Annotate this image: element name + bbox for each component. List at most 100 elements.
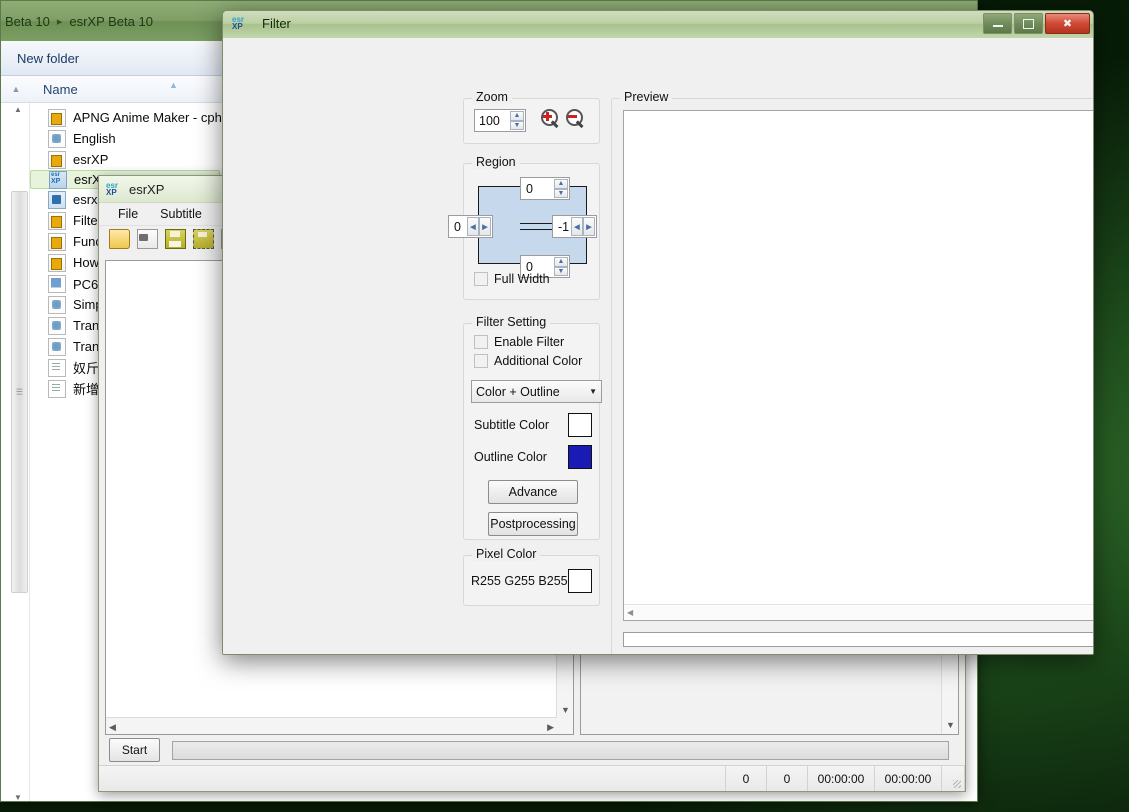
esrxp-status-bar: 0 0 00:00:00 00:00:00 [99,765,965,791]
breadcrumb-current[interactable]: esrXP Beta 10 [65,14,157,29]
esrxp-logo-icon: esr XP [232,15,245,31]
region-rectangle: 0 ▲ ▼ 0 ◀ ▶ -1 ◀ ▶ 0 ▲ ▼ [448,177,597,278]
region-group: Region 0 ▲ ▼ 0 ◀ ▶ -1 ◀ ▶ 0 ▲ ▼ Full Wid… [448,155,600,300]
shortcut-icon [48,274,66,293]
new-folder-button[interactable]: New folder [1,51,89,66]
region-right-value: -1 [558,219,570,234]
sort-ascending-icon: ▲ [169,80,178,90]
scroll-right-icon[interactable]: ▶ [547,722,554,733]
filter-dialog-titlebar[interactable]: esr XP Filter ✖ [223,11,1093,39]
region-right-dec[interactable]: ◀ [571,217,583,236]
pixel-color-group: Pixel Color R255 G255 B255 [463,547,600,606]
additional-color-checkbox[interactable] [474,354,488,368]
full-width-label: Full Width [494,272,550,286]
link-file-icon [48,190,66,209]
save-icon[interactable] [165,229,186,249]
start-button[interactable]: Start [109,738,160,762]
enable-filter-checkbox[interactable] [474,335,488,349]
scroll-up-icon[interactable]: ▲ [14,105,22,114]
region-connector [520,223,554,230]
filter-mode-value: Color + Outline [476,384,560,399]
list-item-label: 新增 [73,382,100,397]
enable-filter-row[interactable]: Enable Filter [474,335,564,349]
esrxp-app-icon [49,170,67,189]
zoom-in-icon[interactable] [540,108,561,129]
pixel-color-row: R255 G255 B255 [471,569,592,593]
config-file-icon [48,316,66,335]
filter-mode-dropdown[interactable]: Color + Outline ▼ [471,380,602,403]
region-top-stepper[interactable]: ▲ ▼ [554,179,568,198]
scroll-down-icon[interactable]: ▼ [561,705,570,715]
chm-file-icon [48,232,66,251]
navpane-scrollbar[interactable]: ▲ ☰ ▼ [6,103,28,801]
region-left-stepper[interactable]: ◀ ▶ [467,217,491,236]
region-left-dec[interactable]: ◀ [467,217,479,236]
open-folder-icon[interactable] [109,229,130,249]
save-as-icon[interactable] [193,229,214,249]
scroll-left-icon[interactable]: ◀ [627,608,633,617]
preview-canvas[interactable]: ▲ ▼ ◀ ▶ [623,110,1093,621]
region-right-stepper[interactable]: ◀ ▶ [571,217,595,236]
region-top-down[interactable]: ▼ [554,188,568,198]
breadcrumb-parent[interactable]: Beta 10 [1,14,54,29]
column-header-name[interactable]: Name [31,82,78,97]
zoom-stepper-down[interactable]: ▼ [510,120,524,130]
outline-color-swatch[interactable] [568,445,592,469]
pixel-color-group-label: Pixel Color [472,547,541,561]
scroll-down-icon[interactable]: ▼ [14,793,22,801]
config-file-icon [48,337,66,356]
preview-hscrollbar[interactable]: ◀ ▶ [624,604,1093,620]
scrollbar-thumb[interactable]: ☰ [11,191,28,593]
progress-bar [172,740,949,760]
postprocessing-button[interactable]: Postprocessing [488,512,578,536]
region-right-inc[interactable]: ▶ [583,217,595,236]
advance-button[interactable]: Advance [488,480,578,504]
filter-setting-group: Filter Setting Enable Filter Additional … [463,315,602,540]
maximize-button[interactable] [1014,13,1043,34]
navpane-collapse-icon[interactable]: ▲ [1,84,31,94]
zoom-group-label: Zoom [472,90,512,104]
list-item-label: APNG Anime Maker - cphktoo [73,110,247,125]
config-file-icon [48,129,66,148]
region-top-up[interactable]: ▲ [554,179,568,189]
zoom-input[interactable]: 100 ▲ ▼ [474,109,526,132]
status-message-cell [99,766,726,791]
menu-subtitle[interactable]: Subtitle [149,207,213,221]
region-bottom-down[interactable]: ▼ [554,266,568,276]
filter-dialog: esr XP Filter ✖ Zoom 100 ▲ ▼ Region 0 ▲ … [222,10,1094,655]
menu-file[interactable]: File [107,207,149,221]
preview-group-label: Preview [620,90,673,104]
scroll-left-icon[interactable]: ◀ [109,722,116,733]
full-width-checkbox[interactable] [474,272,488,286]
scroll-down-icon[interactable]: ▼ [946,720,955,730]
preview-position-slider[interactable] [623,632,1093,647]
filter-dialog-body: Zoom 100 ▲ ▼ Region 0 ▲ ▼ 0 ◀ ▶ -1 ◀ ▶ 0… [223,38,1093,654]
additional-color-row[interactable]: Additional Color [474,354,582,368]
region-bottom-stepper[interactable]: ▲ ▼ [554,257,568,276]
region-left-inc[interactable]: ▶ [479,217,491,236]
region-bottom-up[interactable]: ▲ [554,257,568,267]
region-top-value: 0 [526,181,533,196]
additional-color-label: Additional Color [494,354,583,368]
zoom-value: 100 [479,113,500,128]
open-video-icon[interactable] [137,229,158,249]
zoom-out-icon[interactable] [565,108,586,129]
region-right-input[interactable]: -1 ◀ ▶ [552,215,597,238]
filter-dialog-title: Filter [262,16,291,31]
minimize-button[interactable] [983,13,1012,34]
status-count2: 0 [767,766,808,791]
subtitle-color-swatch[interactable] [568,413,592,437]
resize-grip-icon[interactable] [942,766,965,791]
zoom-stepper-up[interactable]: ▲ [510,111,524,121]
full-width-checkbox-row[interactable]: Full Width [474,272,550,286]
zoom-stepper[interactable]: ▲ ▼ [510,111,524,130]
list-item-label: English [73,131,116,146]
status-time2: 00:00:00 [875,766,942,791]
list-item-label: 奴斤 [73,361,100,376]
close-button[interactable]: ✖ [1045,13,1090,34]
region-left-input[interactable]: 0 ◀ ▶ [448,215,493,238]
chm-file-icon [48,108,66,127]
chevron-down-icon: ▼ [589,387,597,396]
region-top-input[interactable]: 0 ▲ ▼ [520,177,570,200]
subtitle-list-hscrollbar[interactable]: ◀ ▶ [106,717,557,734]
